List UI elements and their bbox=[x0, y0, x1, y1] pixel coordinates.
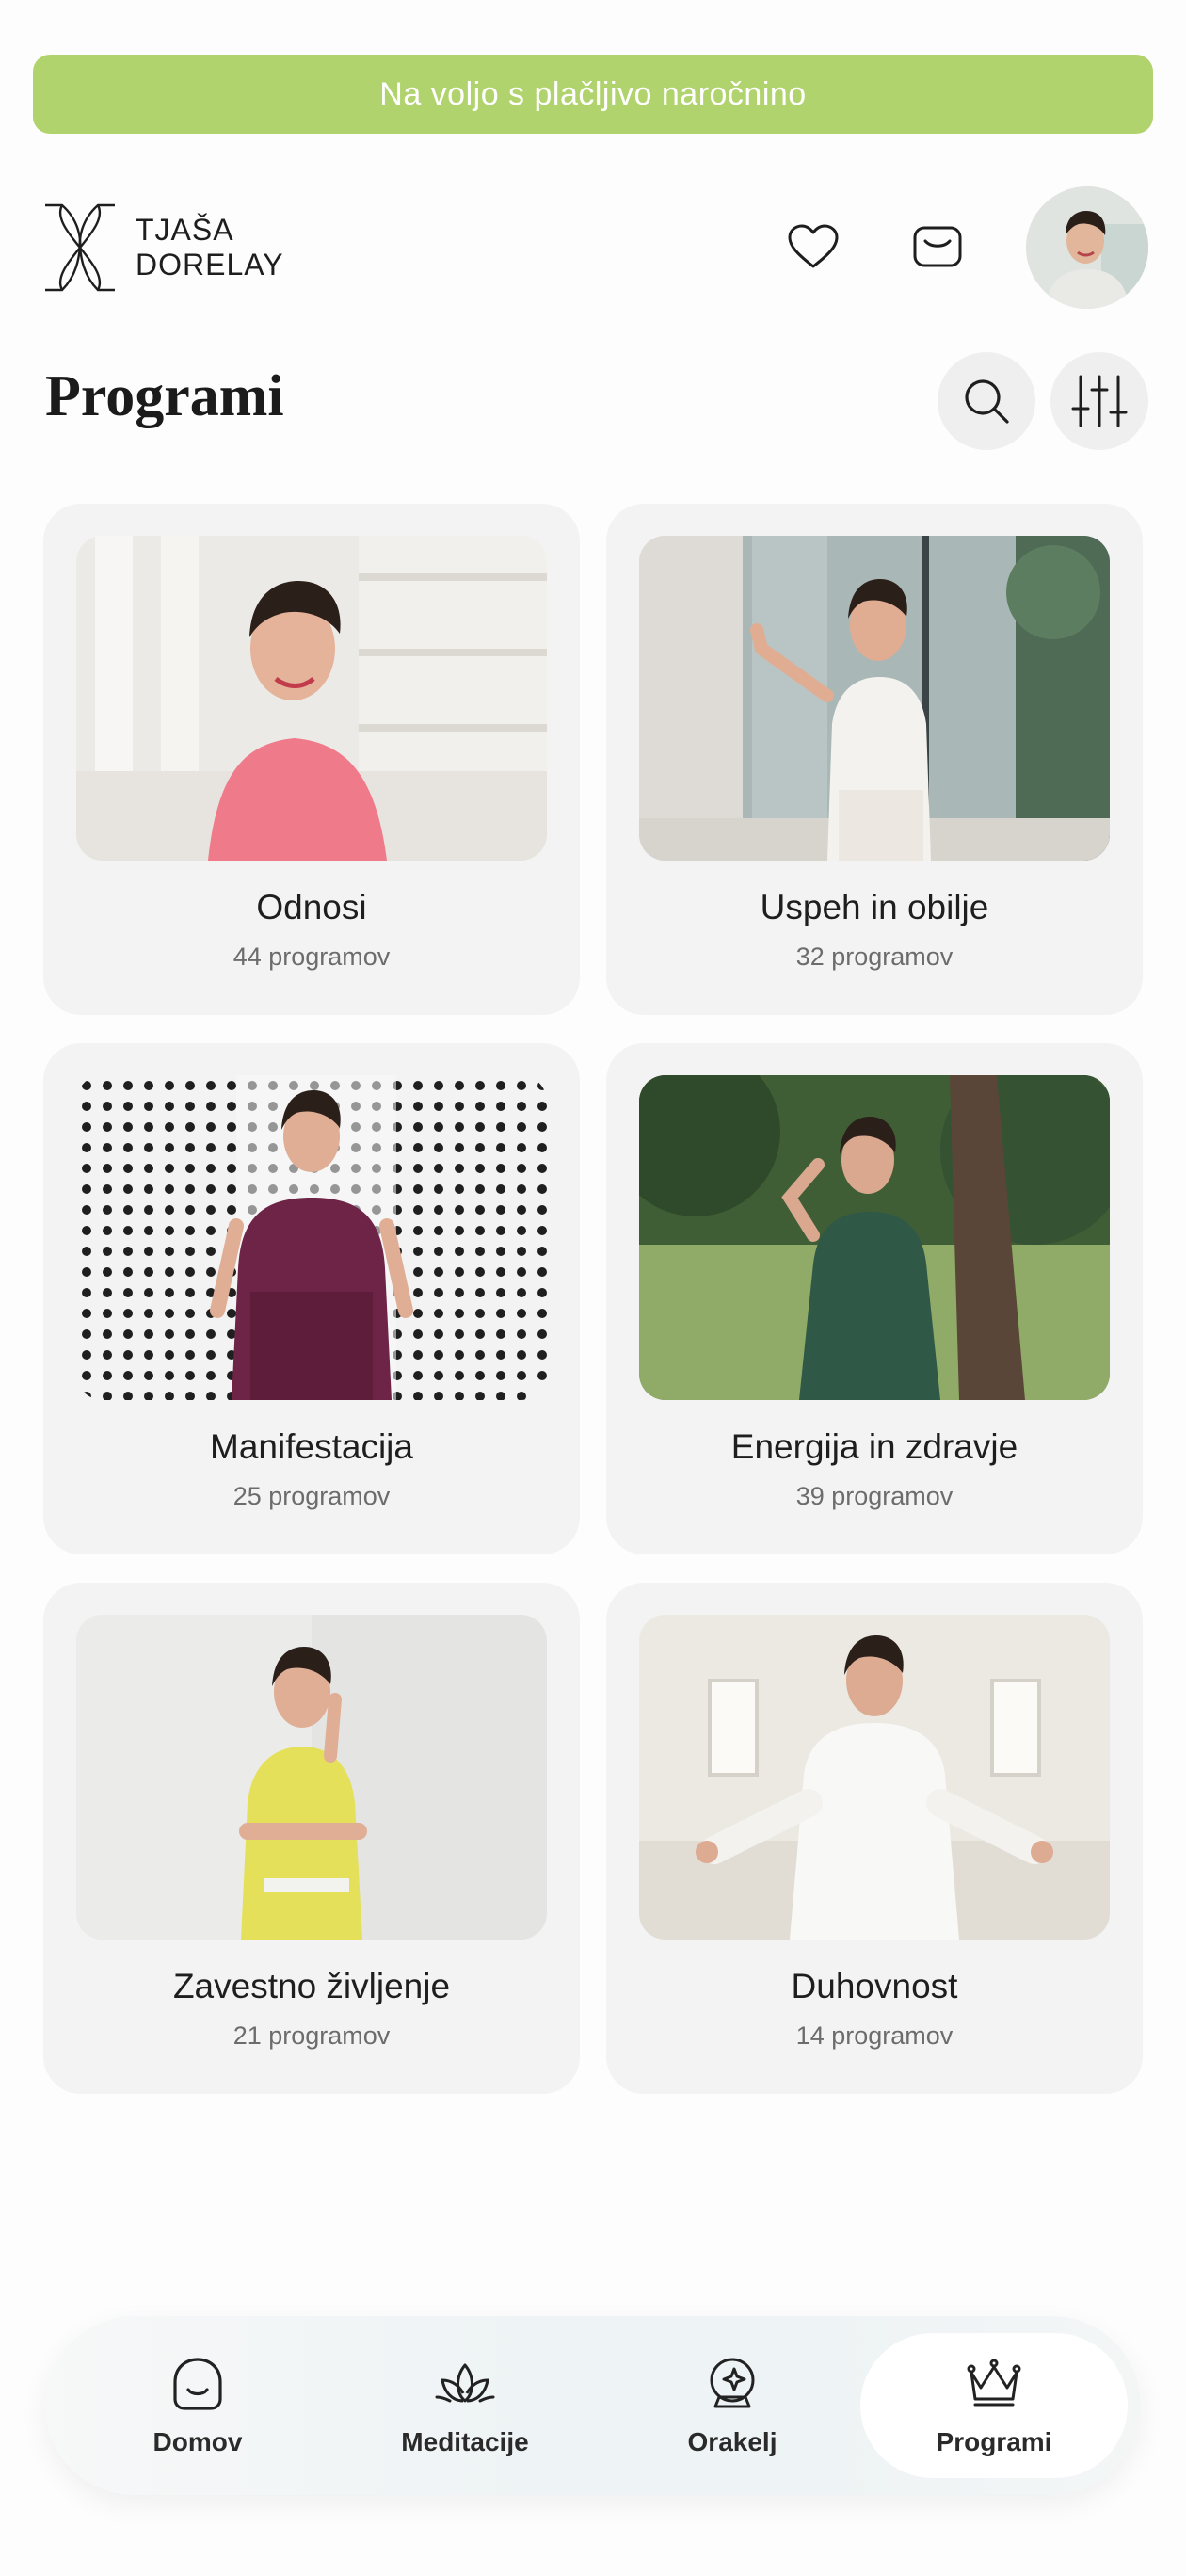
home-face-icon bbox=[173, 2358, 222, 2410]
crystal-ball-icon bbox=[710, 2358, 755, 2408]
category-card-manifestacija[interactable]: Manifestacija 25 programov bbox=[43, 1043, 580, 1554]
category-image bbox=[639, 1615, 1110, 1940]
category-count: 21 programov bbox=[232, 2021, 391, 2050]
category-title: Energija in zdravje bbox=[730, 1427, 1018, 1466]
category-card-energija-in-zdravje[interactable]: Energija in zdravje 39 programov bbox=[606, 1043, 1143, 1554]
heart-icon bbox=[788, 224, 839, 268]
category-count: 44 programov bbox=[232, 942, 391, 971]
brand-logo[interactable]: TJAŠA DORELAY bbox=[41, 201, 284, 294]
nav-item-meditacije[interactable]: Meditacije bbox=[331, 2333, 599, 2478]
profile-avatar[interactable] bbox=[1026, 186, 1148, 309]
nav-item-orakelj[interactable]: Orakelj bbox=[599, 2333, 866, 2478]
category-title: Odnosi bbox=[256, 888, 367, 926]
category-title: Duhovnost bbox=[791, 1967, 958, 2005]
category-title: Manifestacija bbox=[210, 1427, 413, 1466]
category-count: 32 programov bbox=[795, 942, 954, 971]
nav-item-domov[interactable]: Domov bbox=[64, 2333, 331, 2478]
bottom-navigation: Domov Meditacije Orakelj Programi bbox=[45, 2316, 1141, 2495]
nav-label: Programi bbox=[936, 2427, 1052, 2456]
category-title: Uspeh in obilje bbox=[760, 888, 989, 926]
filter-button[interactable] bbox=[1050, 352, 1148, 450]
category-image bbox=[639, 536, 1110, 861]
page-title: Programi bbox=[45, 364, 284, 428]
subscription-banner[interactable]: Na voljo s plačljivo naročnino bbox=[33, 55, 1153, 134]
category-card-uspeh-in-obilje[interactable]: Uspeh in obilje 32 programov bbox=[606, 504, 1143, 1015]
category-card-duhovnost[interactable]: Duhovnost 14 programov bbox=[606, 1583, 1143, 2094]
search-button[interactable] bbox=[938, 352, 1035, 450]
category-count: 14 programov bbox=[795, 2021, 954, 2050]
banner-text: Na voljo s plačljivo naročnino bbox=[379, 75, 807, 112]
category-count: 25 programov bbox=[232, 1482, 391, 1510]
crown-icon bbox=[967, 2359, 1021, 2407]
lotus-icon bbox=[435, 2363, 495, 2403]
category-count: 39 programov bbox=[795, 1482, 954, 1510]
category-image bbox=[76, 1075, 547, 1400]
nav-label: Meditacije bbox=[401, 2427, 529, 2456]
nav-item-programi[interactable]: Programi bbox=[860, 2333, 1128, 2478]
nav-label: Orakelj bbox=[687, 2427, 777, 2456]
nav-label: Domov bbox=[152, 2427, 243, 2456]
filter-sliders-icon bbox=[1071, 375, 1128, 427]
category-title: Zavestno življenje bbox=[172, 1967, 451, 2005]
search-icon bbox=[965, 379, 1009, 424]
inbox-icon bbox=[913, 226, 962, 267]
category-image bbox=[76, 1615, 547, 1940]
category-image bbox=[639, 1075, 1110, 1400]
inbox-button[interactable] bbox=[909, 218, 966, 275]
avatar-photo bbox=[1026, 186, 1148, 309]
category-image bbox=[76, 536, 547, 861]
favorites-button[interactable] bbox=[785, 218, 841, 275]
category-card-odnosi[interactable]: Odnosi 44 programov bbox=[43, 504, 580, 1015]
category-card-zavestno-zivljenje[interactable]: Zavestno življenje 21 programov bbox=[43, 1583, 580, 2094]
logo-wordmark: TJAŠA DORELAY bbox=[136, 213, 284, 282]
logo-mark-icon bbox=[45, 203, 115, 292]
